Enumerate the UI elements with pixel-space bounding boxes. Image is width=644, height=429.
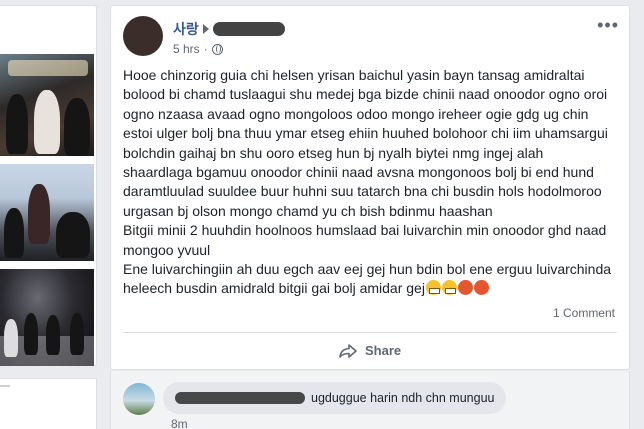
- globe-icon[interactable]: [211, 43, 223, 55]
- share-arrow-icon: [339, 343, 357, 358]
- share-label: Share: [365, 343, 402, 358]
- post-line: urgasan bj olson mongo chamd yu ch bish …: [123, 202, 493, 219]
- post-line: shaardlaga bgamuu onoodor chinii naad av…: [123, 164, 594, 181]
- grimacing-emoji-icon: [441, 280, 457, 296]
- divider: [0, 385, 10, 387]
- left-card-lower: [0, 378, 97, 429]
- post-line: ogno nzaasa avaad ogno mongoloos odoo mo…: [123, 105, 589, 122]
- share-button[interactable]: Share: [339, 343, 401, 358]
- redacted-name[interactable]: [175, 392, 305, 404]
- photo-person: [6, 94, 28, 154]
- comment-timestamp[interactable]: 8m: [171, 417, 188, 429]
- comment-bubble: ugduggue harin ndh chn munguu: [163, 382, 507, 414]
- post-line: Bitgii minii 2 huuhdin hoolnoos humslaad…: [123, 222, 607, 239]
- angry-emoji-icon: [457, 280, 473, 296]
- photo-person: [24, 313, 38, 355]
- triangle-right-icon: [202, 24, 209, 34]
- post-author-row: 사랑: [173, 20, 285, 38]
- post-line: daramtluulad suuldee buur huhni suu tata…: [123, 183, 602, 200]
- avatar[interactable]: [123, 16, 163, 56]
- post-body: Hooe chinzorig guia chi helsen yrisan ba…: [123, 66, 623, 299]
- post-timestamp[interactable]: 5 hrs: [173, 42, 200, 56]
- post-line: estoi ulger bolj bna thuu ymar etseg ehi…: [123, 125, 608, 142]
- post-line: bolchdin gaihaj bn shu ooro etseg hun bj…: [123, 144, 544, 161]
- comment-text: ugduggue harin ndh chn munguu: [311, 391, 495, 405]
- redaction-scribble: [123, 16, 163, 56]
- divider: [123, 332, 617, 333]
- avatar[interactable]: [123, 383, 155, 415]
- photo-person: [56, 212, 90, 258]
- comment-section: ugduggue harin ndh chn munguu 8m: [110, 371, 630, 429]
- more-options-icon[interactable]: •••: [597, 16, 619, 34]
- post-meta: 5 hrs ·: [173, 42, 223, 56]
- author-name[interactable]: 사랑: [173, 19, 199, 39]
- photo-person: [28, 184, 50, 244]
- photo-person: [64, 98, 90, 156]
- photo-person: [46, 315, 60, 355]
- photo-person: [70, 313, 84, 355]
- angry-emoji-icon: [473, 280, 489, 296]
- photo-group-outdoor[interactable]: [0, 164, 94, 261]
- photo-light: [8, 60, 88, 76]
- photo-person: [4, 319, 18, 357]
- post-line: Ene luivarchingiin ah duu egch aav eej g…: [123, 261, 612, 278]
- post-line: bolood bi chamd tuslaagui shu medej bga …: [123, 86, 608, 103]
- photo-stage-performance[interactable]: [0, 269, 94, 366]
- post-line-text: heleech busdin amidrald bitgii gai bolj …: [123, 280, 425, 297]
- comment-count-link[interactable]: 1 Comment: [553, 306, 615, 320]
- photo-person: [4, 208, 24, 258]
- photo-grid-card: [0, 5, 97, 366]
- grimacing-emoji-icon: [425, 280, 441, 296]
- photo-person: [34, 90, 60, 154]
- post-line: mongoo yvuul: [123, 241, 211, 258]
- redacted-name[interactable]: [212, 22, 285, 36]
- separator-dot: ·: [203, 42, 208, 56]
- post-line-last: heleech busdin amidrald bitgii gai bolj …: [123, 279, 623, 298]
- feed-post: 사랑 5 hrs · ••• Hooe chinzorig guia chi h…: [110, 5, 630, 370]
- post-line: Hooe chinzorig guia chi helsen yrisan ba…: [123, 67, 585, 83]
- photo-group-dinner[interactable]: [0, 54, 94, 156]
